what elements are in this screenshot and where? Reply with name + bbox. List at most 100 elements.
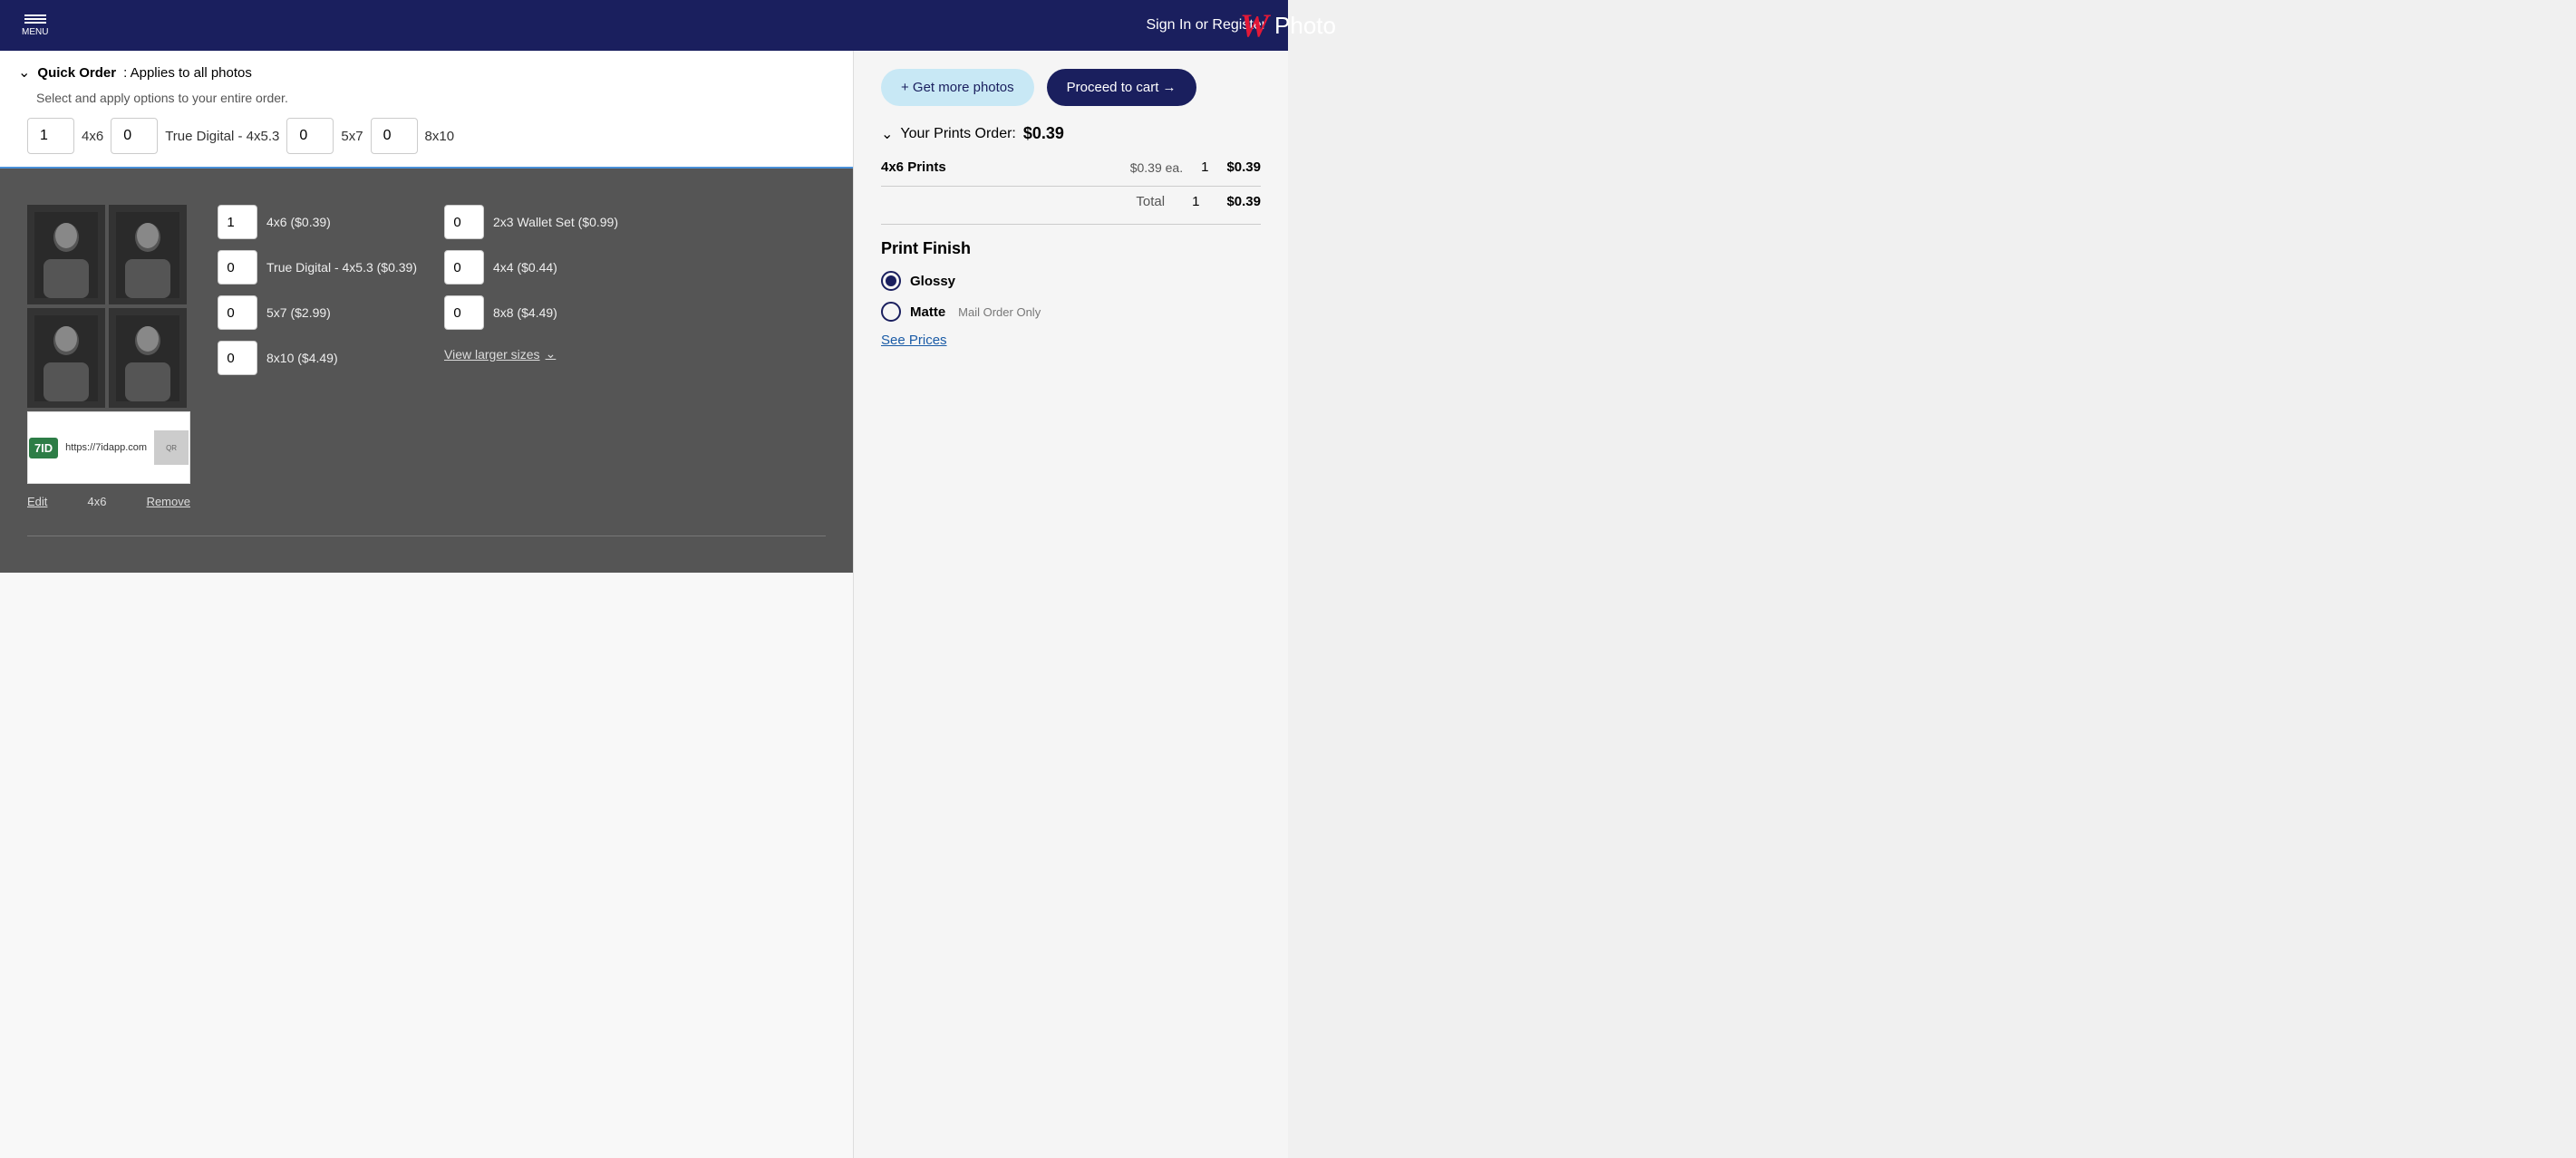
get-more-photos-button[interactable]: + Get more photos bbox=[881, 69, 1034, 106]
menu-label: MENU bbox=[22, 27, 48, 37]
person-image-3 bbox=[34, 315, 98, 401]
quick-order-digital-input[interactable] bbox=[111, 118, 158, 154]
quick-order-digital-label: True Digital - 4x5.3 bbox=[165, 129, 279, 144]
photo-watermark: 7ID https://7idapp.com QR bbox=[27, 411, 190, 484]
size-row-wallet: 2x3 Wallet Set ($0.99) bbox=[444, 205, 629, 239]
id-text: ID bbox=[41, 441, 53, 455]
quick-order-subtitle: Select and apply options to your entire … bbox=[36, 91, 835, 105]
main-container: ⌄ Quick Order: Applies to all photos Sel… bbox=[0, 51, 1288, 1158]
chevron-down-icon: ⌄ bbox=[881, 125, 893, 143]
order-item-name: 4x6 Prints bbox=[881, 159, 1130, 175]
photo-label: Photo bbox=[1274, 12, 1336, 40]
finish-option-glossy[interactable]: Glossy bbox=[881, 271, 1261, 291]
size-label-8x10: 8x10 ($4.49) bbox=[266, 351, 402, 365]
photo-area: 7ID https://7idapp.com QR Edit 4x6 Remov… bbox=[0, 169, 853, 573]
left-panel: ⌄ Quick Order: Applies to all photos Sel… bbox=[0, 51, 853, 1158]
photo-size-label: 4x6 bbox=[88, 495, 107, 508]
size-label-5x7: 5x7 ($2.99) bbox=[266, 305, 402, 320]
chevron-down-icon: ⌄ bbox=[18, 63, 30, 82]
qr-code: QR bbox=[154, 430, 189, 465]
menu-icon-bar bbox=[24, 14, 46, 16]
size-col-right: 2x3 Wallet Set ($0.99) 4x4 ($0.44) 8x8 (… bbox=[444, 205, 629, 375]
glossy-radio[interactable] bbox=[881, 271, 901, 291]
order-qty: 1 bbox=[1201, 159, 1208, 175]
total-qty: 1 bbox=[1192, 194, 1199, 209]
menu-icon-bar bbox=[24, 22, 46, 24]
size-qty-wallet[interactable] bbox=[444, 205, 484, 239]
person-image-4 bbox=[116, 315, 179, 401]
size-label-8x8: 8x8 ($4.49) bbox=[493, 305, 629, 320]
order-line-4x6: 4x6 Prints $0.39 ea. 1 $0.39 bbox=[881, 156, 1261, 179]
quick-order-bar: ⌄ Quick Order: Applies to all photos Sel… bbox=[0, 51, 853, 169]
total-amount: $0.39 bbox=[1226, 194, 1261, 209]
size-row-8x8: 8x8 ($4.49) bbox=[444, 295, 629, 330]
size-qty-8x8[interactable] bbox=[444, 295, 484, 330]
photo-thumb-4 bbox=[109, 308, 187, 408]
glossy-label: Glossy bbox=[910, 274, 955, 289]
quick-order-toggle[interactable]: ⌄ Quick Order: Applies to all photos bbox=[18, 63, 835, 82]
site-logo: W Photo bbox=[1240, 6, 1336, 44]
quick-order-8x10-label: 8x10 bbox=[425, 129, 455, 144]
photo-thumb-1 bbox=[27, 205, 105, 304]
quick-order-5x7-input[interactable] bbox=[286, 118, 334, 154]
size-label-4x6: 4x6 ($0.39) bbox=[266, 215, 402, 229]
size-qty-4x4[interactable] bbox=[444, 250, 484, 285]
action-buttons: + Get more photos Proceed to cart → bbox=[881, 69, 1261, 106]
matte-sublabel: Mail Order Only bbox=[958, 305, 1041, 319]
size-label-digital: True Digital - 4x5.3 ($0.39) bbox=[266, 260, 417, 275]
order-price-each: $0.39 ea. bbox=[1130, 160, 1183, 175]
quick-order-5x7-label: 5x7 bbox=[341, 129, 363, 144]
watermark-brand-logo: 7ID bbox=[29, 438, 58, 458]
order-title-toggle[interactable]: ⌄ Your Prints Order: $0.39 bbox=[881, 124, 1261, 143]
finish-option-matte[interactable]: Matte Mail Order Only bbox=[881, 302, 1261, 322]
photo-row: 7ID https://7idapp.com QR Edit 4x6 Remov… bbox=[27, 205, 826, 508]
view-larger-label: View larger sizes bbox=[444, 347, 540, 362]
quick-order-4x6-input[interactable] bbox=[27, 118, 74, 154]
order-summary: ⌄ Your Prints Order: $0.39 4x6 Prints $0… bbox=[881, 124, 1261, 225]
size-qty-5x7[interactable] bbox=[218, 295, 257, 330]
photo-grid-bottom bbox=[27, 308, 190, 408]
quick-order-title-text: Quick Order bbox=[37, 65, 116, 81]
menu-button[interactable]: MENU bbox=[22, 14, 48, 37]
remove-link[interactable]: Remove bbox=[147, 495, 190, 508]
size-row-4x4: 4x4 ($0.44) bbox=[444, 250, 629, 285]
size-col-left: 4x6 ($0.39) True Digital - 4x5.3 ($0.39)… bbox=[218, 205, 417, 375]
size-row-digital: True Digital - 4x5.3 ($0.39) bbox=[218, 250, 417, 285]
right-panel: + Get more photos Proceed to cart → ⌄ Yo… bbox=[853, 51, 1288, 1158]
size-row-5x7: 5x7 ($2.99) bbox=[218, 295, 417, 330]
photo-preview: 7ID https://7idapp.com QR Edit 4x6 Remov… bbox=[27, 205, 190, 508]
view-larger-sizes[interactable]: View larger sizes ⌄ bbox=[444, 346, 629, 362]
size-row-4x6: 4x6 ($0.39) bbox=[218, 205, 417, 239]
photo-thumb-3 bbox=[27, 308, 105, 408]
size-options: 4x6 ($0.39) True Digital - 4x5.3 ($0.39)… bbox=[218, 205, 629, 375]
see-prices-link[interactable]: See Prices bbox=[881, 333, 1261, 348]
quick-order-inputs: 4x6 True Digital - 4x5.3 5x7 8x10 bbox=[27, 118, 835, 154]
person-image-2 bbox=[116, 212, 179, 298]
order-total-line: Total 1 $0.39 bbox=[881, 186, 1261, 209]
edit-link[interactable]: Edit bbox=[27, 495, 47, 508]
chevron-down-icon: ⌄ bbox=[546, 346, 557, 362]
size-row-8x10: 8x10 ($4.49) bbox=[218, 341, 417, 375]
quick-order-8x10-input[interactable] bbox=[371, 118, 418, 154]
size-label-4x4: 4x4 ($0.44) bbox=[493, 260, 629, 275]
photo-actions: Edit 4x6 Remove bbox=[27, 495, 190, 508]
size-qty-digital[interactable] bbox=[218, 250, 257, 285]
walgreens-w-logo: W bbox=[1240, 6, 1269, 44]
photo-thumb-2 bbox=[109, 205, 187, 304]
print-finish-section: Print Finish Glossy Matte Mail Order Onl… bbox=[881, 239, 1261, 348]
size-qty-8x10[interactable] bbox=[218, 341, 257, 375]
proceed-to-cart-button[interactable]: Proceed to cart → bbox=[1047, 69, 1196, 106]
order-line-total: $0.39 bbox=[1226, 159, 1261, 175]
person-image-1 bbox=[34, 212, 98, 298]
photo-grid-top bbox=[27, 205, 190, 304]
order-title-text: Your Prints Order: bbox=[900, 126, 1015, 142]
size-qty-4x6[interactable] bbox=[218, 205, 257, 239]
quick-order-4x6-label: 4x6 bbox=[82, 129, 103, 144]
total-label: Total bbox=[1136, 194, 1165, 209]
matte-radio[interactable] bbox=[881, 302, 901, 322]
matte-label: Matte bbox=[910, 304, 945, 320]
order-total-price: $0.39 bbox=[1023, 124, 1064, 143]
print-finish-title: Print Finish bbox=[881, 239, 1261, 258]
menu-icon-bar bbox=[24, 18, 46, 20]
header: MENU W Photo Sign In or Register bbox=[0, 0, 1288, 51]
